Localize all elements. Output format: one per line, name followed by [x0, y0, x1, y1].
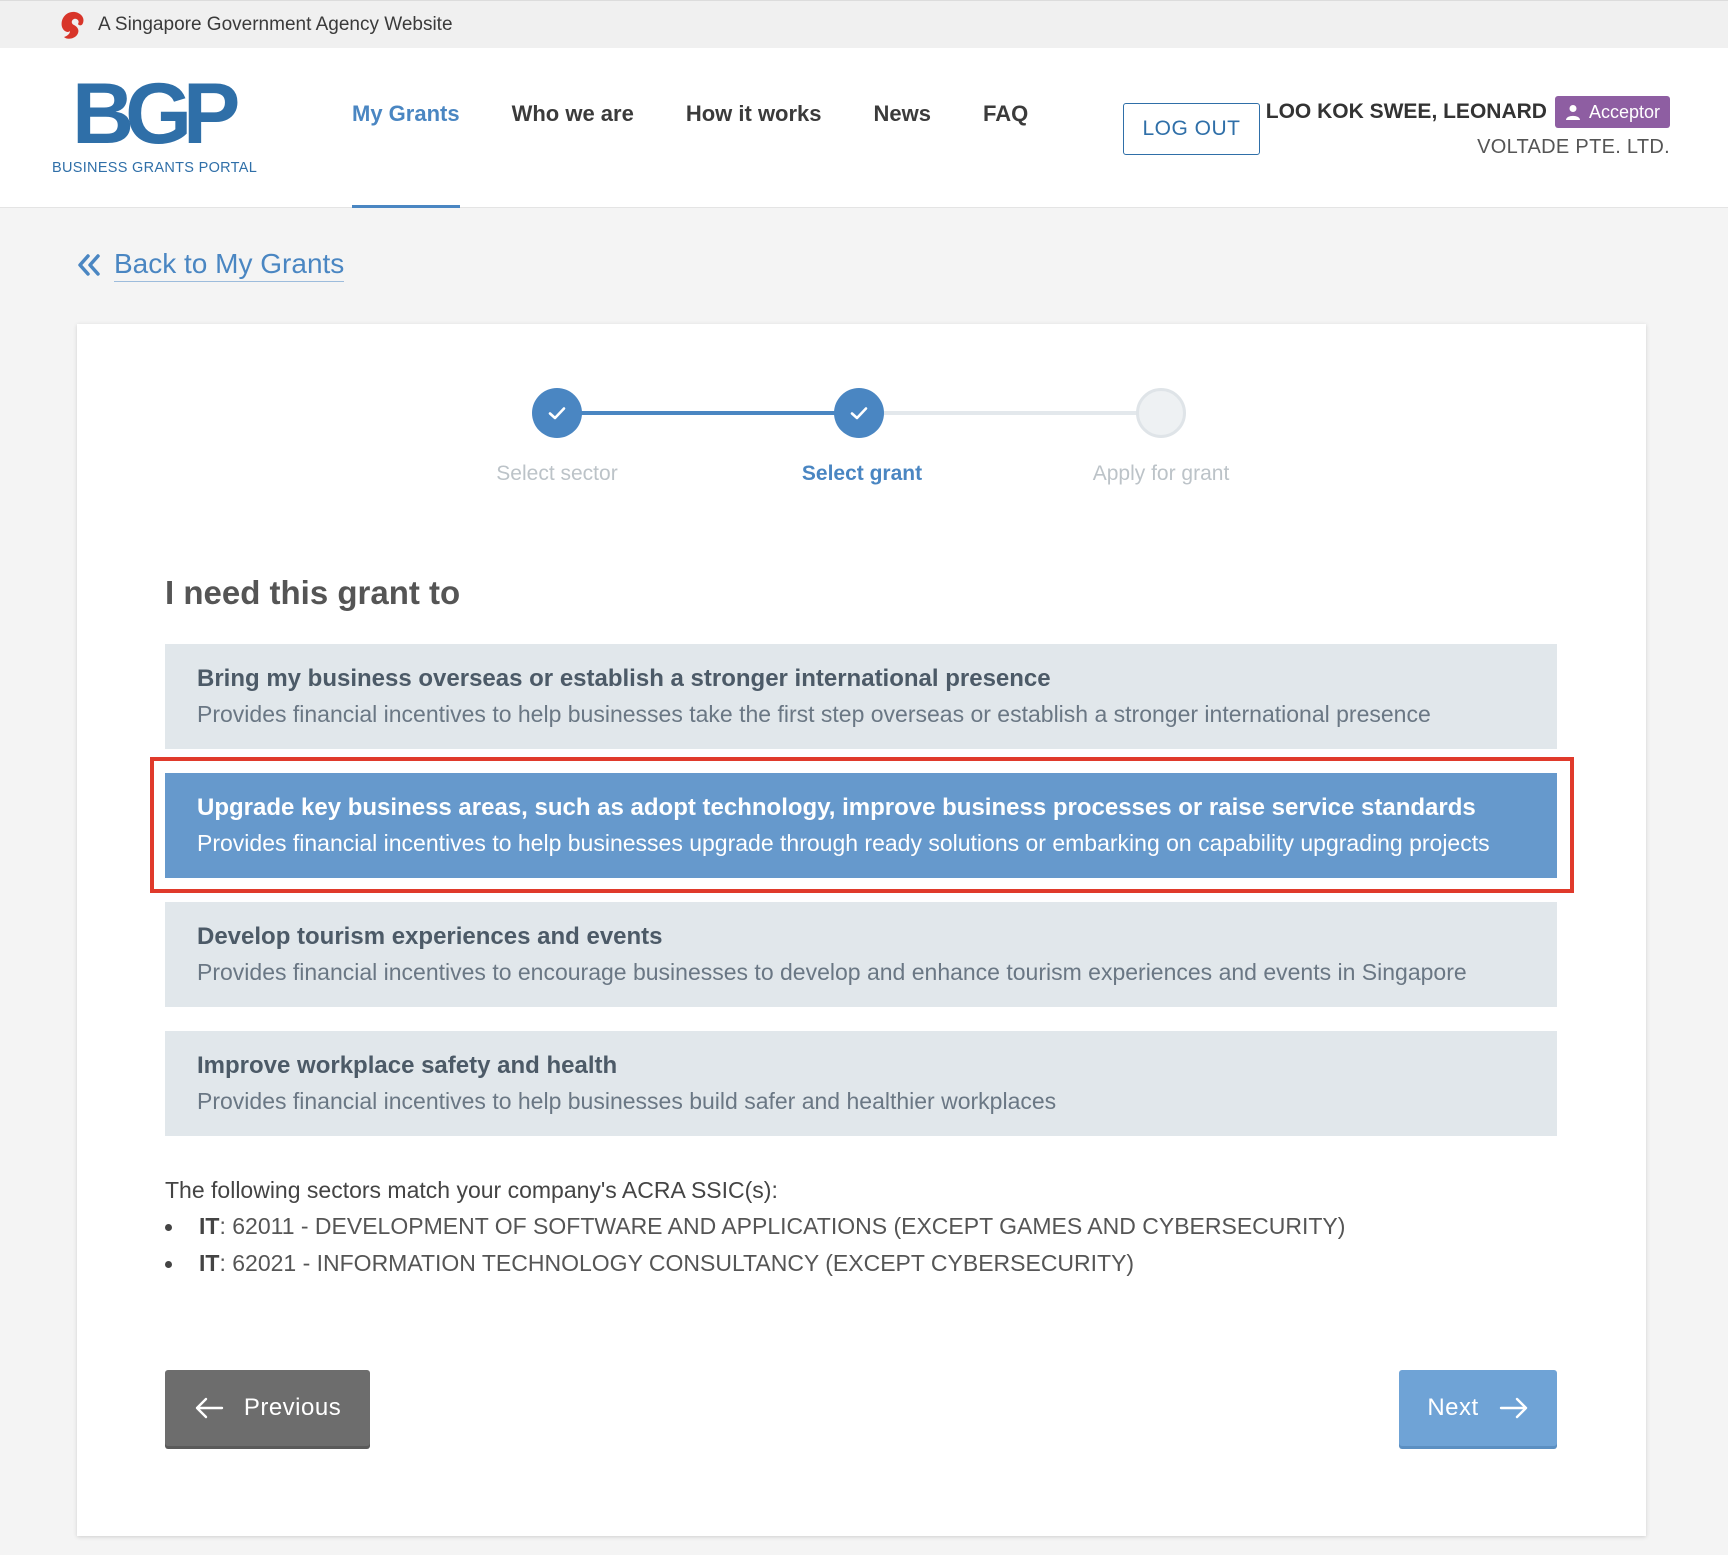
sector-text: : 62021 - INFORMATION TECHNOLOGY CONSULT…	[219, 1250, 1135, 1276]
step-label-select-grant: Select grant	[801, 462, 923, 485]
step-label-apply-for-grant: Apply for grant	[1092, 462, 1230, 485]
grant-selection-card: Select sector Select grant Apply for gra…	[77, 324, 1646, 1536]
option-description: Provides financial incentives to help bu…	[197, 701, 1431, 727]
nav-how-it-works[interactable]: How it works	[686, 48, 822, 208]
section-heading: I need this grant to	[165, 574, 461, 611]
option-title: Upgrade key business areas, such as adop…	[197, 794, 1476, 821]
role-label: Acceptor	[1588, 101, 1660, 122]
arrow-left-icon	[195, 1397, 224, 1419]
back-link-label: Back to My Grants	[114, 248, 345, 282]
role-badge: Acceptor	[1554, 96, 1670, 128]
grant-option-tourism[interactable]: Develop tourism experiences and events P…	[165, 902, 1557, 1007]
arrow-right-icon	[1499, 1397, 1527, 1419]
gov-masthead: A Singapore Government Agency Website	[0, 0, 1728, 48]
main-nav: My Grants Who we are How it works News F…	[352, 48, 1080, 208]
previous-button[interactable]: Previous	[165, 1370, 370, 1446]
nav-my-grants[interactable]: My Grants	[352, 48, 460, 208]
previous-button-label: Previous	[243, 1394, 342, 1421]
step-3-circle	[1136, 388, 1186, 438]
logout-button[interactable]: LOG OUT	[1123, 103, 1260, 155]
sector-list: IT: 62011 - DEVELOPMENT OF SOFTWARE AND …	[165, 1208, 1557, 1282]
option-title: Improve workplace safety and health	[197, 1052, 618, 1079]
sectors-intro: The following sectors match your company…	[165, 1177, 778, 1203]
matching-sectors: The following sectors match your company…	[165, 1172, 1557, 1282]
check-icon	[850, 407, 868, 420]
check-icon	[548, 407, 566, 420]
nav-who-we-are[interactable]: Who we are	[512, 48, 634, 208]
progress-stepper: Select sector Select grant Apply for gra…	[77, 324, 1646, 504]
grant-option-workplace-safety[interactable]: Improve workplace safety and health Prov…	[165, 1031, 1557, 1136]
grant-option-overseas[interactable]: Bring my business overseas or establish …	[165, 644, 1557, 749]
user-info: LOO KOK SWEE, LEONARD Acceptor VOLTADE P…	[1266, 96, 1670, 159]
logo-mark: BGP	[72, 66, 240, 162]
step-connector-2	[859, 411, 1161, 415]
option-description: Provides financial incentives to help bu…	[197, 830, 1490, 856]
nav-news[interactable]: News	[874, 48, 931, 208]
person-icon	[1565, 105, 1580, 120]
next-button-label: Next	[1427, 1394, 1479, 1421]
masthead-text: A Singapore Government Agency Website	[98, 13, 453, 35]
logo-subtitle: BUSINESS GRANTS PORTAL	[52, 160, 258, 176]
sector-code: IT	[199, 1213, 220, 1239]
nav-faq[interactable]: FAQ	[983, 48, 1028, 208]
option-description: Provides financial incentives to encoura…	[197, 959, 1467, 985]
user-name: LOO KOK SWEE, LEONARD	[1265, 100, 1547, 123]
site-header: BGP BUSINESS GRANTS PORTAL My Grants Who…	[0, 48, 1728, 208]
bgp-logo[interactable]: BGP BUSINESS GRANTS PORTAL	[52, 66, 262, 176]
sector-text: : 62011 - DEVELOPMENT OF SOFTWARE AND AP…	[219, 1213, 1346, 1239]
back-to-my-grants-link[interactable]: Back to My Grants	[76, 248, 345, 282]
option-title: Bring my business overseas or establish …	[197, 665, 1051, 692]
company-name: VOLTADE PTE. LTD.	[1477, 136, 1670, 158]
lion-head-icon	[61, 11, 84, 39]
option-title: Develop tourism experiences and events	[197, 923, 663, 950]
sector-code: IT	[199, 1250, 220, 1276]
step-connector-1	[557, 411, 859, 415]
double-chevron-left-icon	[78, 254, 100, 276]
option-description: Provides financial incentives to help bu…	[197, 1088, 1057, 1114]
step-1-circle	[532, 388, 582, 438]
step-label-select-sector: Select sector	[496, 462, 618, 485]
sector-item: IT: 62021 - INFORMATION TECHNOLOGY CONSU…	[165, 1245, 1557, 1282]
grant-option-upgrade[interactable]: Upgrade key business areas, such as adop…	[165, 773, 1557, 878]
sector-item: IT: 62011 - DEVELOPMENT OF SOFTWARE AND …	[165, 1208, 1557, 1245]
step-2-circle	[834, 388, 884, 438]
next-button[interactable]: Next	[1399, 1370, 1557, 1446]
